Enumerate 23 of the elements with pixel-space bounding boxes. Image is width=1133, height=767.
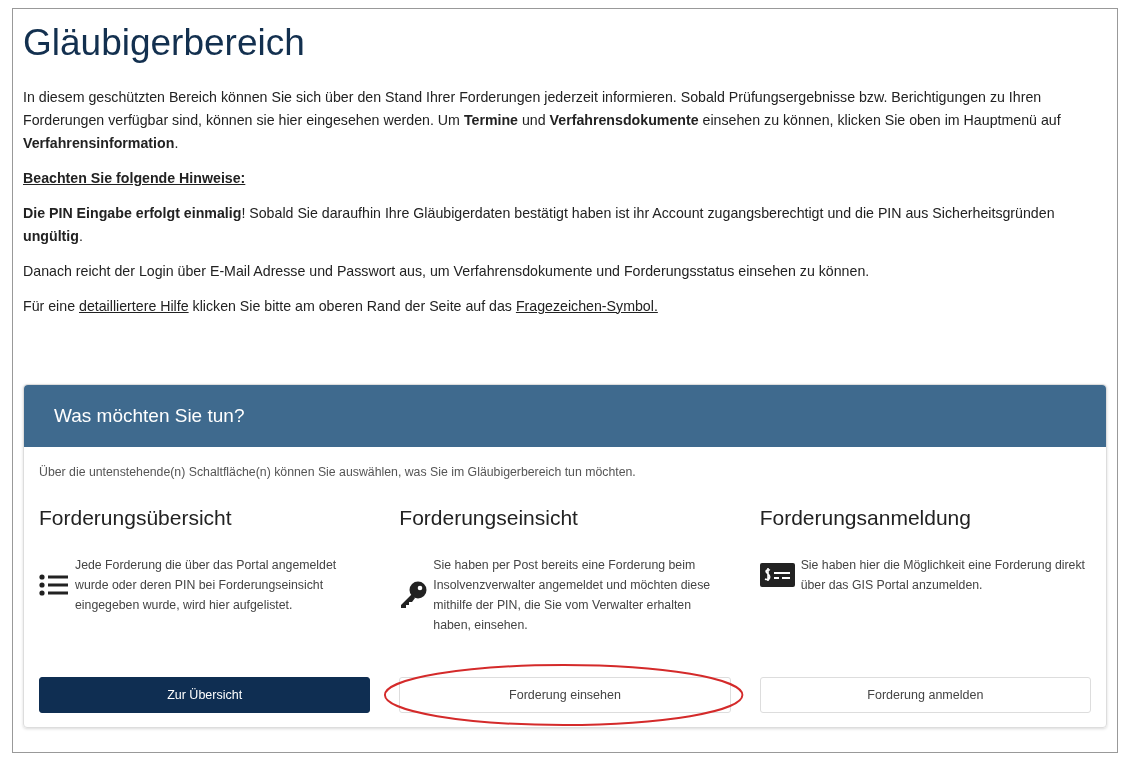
key-icon bbox=[399, 581, 428, 610]
overview-button[interactable]: Zur Übersicht bbox=[39, 677, 371, 714]
action-button[interactable]: Forderung einsehen bbox=[399, 677, 731, 714]
section-heading: Forderungseinsicht bbox=[399, 504, 579, 531]
notice-text: klicken Sie bitte am oberen Rand der Seite auf das bbox=[191, 297, 513, 314]
card-icon bbox=[759, 563, 795, 588]
panel-description: Über die untenstehende(n) Schaltfläche(n) können Sie auswählen, was Sie im Gläubigerbereich tun möchten. bbox=[39, 464, 637, 482]
intro-paragraph: In diesem geschützten Bereich können Sie sich über den Stand Ihrer Forderungen jederzeit informieren. Sobald Prüfungsergebnisse bzw. Berichtigungen zu Ihren Forderungen verfügbar sind, können sie hier eingesehen werden. Um Termine und Verfahrensdokumente einsehen zu können, klicken Sie oben im Hauptmenü auf Verfahrensinformation. bbox=[23, 87, 1062, 153]
section-description: Jede Forderung die über das Portal angemeldet wurde oder deren PIN bei Forderungseinsicht eingegeben wurde, wird hier aufgelistet. bbox=[75, 557, 338, 615]
notice-heading: Beachten Sie folgende Hinweise: bbox=[23, 168, 247, 188]
help-link[interactable]: Fragezeichen-Symbol. bbox=[515, 297, 658, 314]
section-heading: Forderungsübersicht bbox=[39, 504, 233, 531]
page-title: Gläubigerbereich bbox=[23, 23, 306, 64]
action-button[interactable]: Forderung anmelden bbox=[759, 677, 1091, 714]
panel-header: Was möchten Sie tun? bbox=[24, 384, 1106, 448]
notice-paragraph: Danach reicht der Login über E-Mail Adresse und Passwort aus, um Verfahrensdokumente und Forderungsstatus einsehen zu können. bbox=[23, 261, 871, 281]
section-description: Sie haben per Post bereits eine Forderung beim Insolvenzverwalter angemeldet und möchten diese mithilfe der PIN, die Sie vom Verwalter erhalten haben, einsehen. bbox=[433, 557, 712, 635]
notice-text: Für eine bbox=[23, 297, 77, 314]
section-description: Sie haben hier die Möglichkeit eine Forderung direkt über das GIS Portal anzumelden. bbox=[800, 557, 1087, 595]
notice-paragraph: Die PIN Eingabe erfolgt einmalig! Sobald Sie daraufhin Ihre Gläubigerdaten bestätigt haben ist ihr Account zugangsberechtigt und die PIN aus Sicherheitsgründen ungültig. bbox=[23, 203, 1056, 246]
help-link[interactable]: detailliertere Hilfe bbox=[79, 297, 189, 314]
list-icon bbox=[39, 574, 69, 597]
section-heading: Forderungsanmeldung bbox=[759, 504, 972, 531]
